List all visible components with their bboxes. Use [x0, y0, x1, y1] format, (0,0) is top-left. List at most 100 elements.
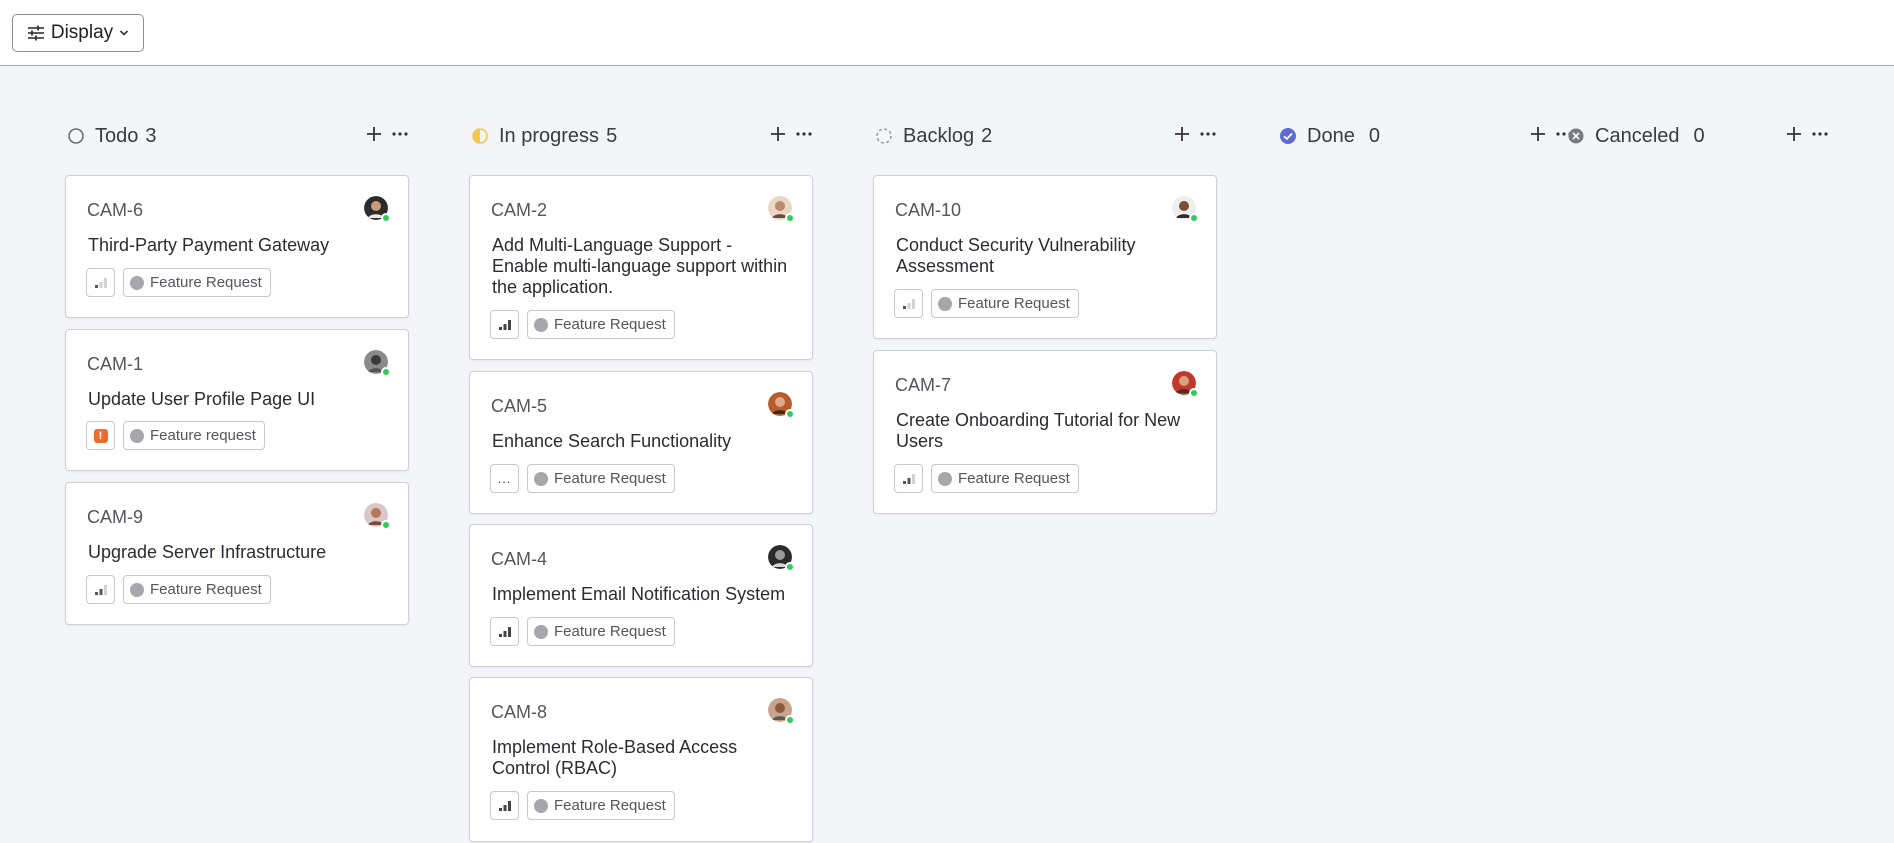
- online-status-dot: [1189, 388, 1199, 398]
- issue-tags: Feature Request: [490, 617, 675, 646]
- half-circle-icon: [472, 128, 488, 144]
- issue-id: CAM-1: [87, 354, 144, 374]
- label-tag[interactable]: Feature Request: [123, 268, 271, 297]
- label-color-dot: [938, 471, 952, 486]
- column-header: Done 0: [1277, 120, 1572, 152]
- signal-low-icon: [902, 298, 915, 309]
- signal-high-icon: [498, 626, 511, 637]
- signal-low-icon: [94, 277, 107, 288]
- priority-button[interactable]: [86, 268, 115, 297]
- issue-card[interactable]: CAM-7 Create Onboarding Tutorial for New…: [873, 350, 1217, 514]
- label-color-dot: [534, 317, 548, 332]
- label-tag[interactable]: Feature Request: [527, 791, 675, 820]
- add-issue-icon[interactable]: [769, 125, 787, 143]
- label-text: Feature Request: [554, 623, 666, 640]
- signal-medium-icon: [94, 584, 107, 595]
- avatar[interactable]: [364, 503, 391, 530]
- label-text: Feature Request: [150, 581, 262, 598]
- online-status-dot: [381, 520, 391, 530]
- issue-title: Enhance Search Functionality: [492, 431, 732, 451]
- issue-id: CAM-7: [895, 375, 952, 395]
- column-done: Done 0: [1277, 120, 1572, 152]
- issue-card[interactable]: CAM-6 Third-Party Payment Gateway Featur…: [65, 175, 409, 318]
- issue-tags: Feature Request: [86, 575, 271, 604]
- issue-card[interactable]: CAM-8 Implement Role-Based Access Contro…: [469, 677, 813, 842]
- add-issue-icon[interactable]: [365, 125, 383, 143]
- issue-card[interactable]: CAM-4 Implement Email Notification Syste…: [469, 524, 813, 667]
- display-button-label: Display: [50, 22, 114, 43]
- label-tag[interactable]: Feature Request: [527, 464, 675, 493]
- priority-button[interactable]: [894, 464, 923, 493]
- x-circle-icon: [1568, 128, 1584, 144]
- priority-button[interactable]: [490, 617, 519, 646]
- no-priority-icon: ...: [497, 471, 512, 486]
- label-tag[interactable]: Feature Request: [123, 575, 271, 604]
- label-tag[interactable]: Feature Request: [931, 289, 1079, 318]
- issue-id: CAM-9: [87, 507, 144, 527]
- more-options-icon[interactable]: [391, 125, 409, 143]
- column-title: Canceled: [1595, 124, 1680, 147]
- avatar[interactable]: [364, 350, 391, 377]
- label-text: Feature Request: [554, 316, 666, 333]
- avatar[interactable]: [1172, 371, 1199, 398]
- label-text: Feature Request: [958, 470, 1070, 487]
- more-options-icon[interactable]: [795, 125, 813, 143]
- more-options-icon[interactable]: [1811, 125, 1829, 143]
- column-header: Canceled 0: [1565, 120, 1829, 152]
- column-title: Todo: [95, 124, 139, 147]
- avatar[interactable]: [768, 545, 795, 572]
- label-color-dot: [534, 798, 548, 813]
- issue-card[interactable]: CAM-1 Update User Profile Page UI ! Feat…: [65, 329, 409, 471]
- label-color-dot: [534, 471, 548, 486]
- column-title: In progress: [499, 124, 600, 147]
- priority-button[interactable]: [490, 310, 519, 339]
- priority-button[interactable]: [490, 791, 519, 820]
- todo-circle-icon: [68, 128, 84, 144]
- column-count: 0: [1368, 124, 1380, 147]
- issue-title: Upgrade Server Infrastructure: [88, 542, 327, 562]
- column-header: Backlog 2: [873, 120, 1217, 152]
- issue-title: Conduct Security Vulnerability Assessmen…: [896, 235, 1136, 276]
- issue-card[interactable]: CAM-5 Enhance Search Functionality ... F…: [469, 371, 813, 514]
- label-color-dot: [130, 582, 144, 597]
- online-status-dot: [785, 715, 795, 725]
- issue-card[interactable]: CAM-10 Conduct Security Vulnerability As…: [873, 175, 1217, 339]
- add-issue-icon[interactable]: [1529, 125, 1547, 143]
- priority-button[interactable]: !: [86, 421, 115, 450]
- label-tag[interactable]: Feature Request: [931, 464, 1079, 493]
- label-tag[interactable]: Feature request: [123, 421, 265, 450]
- issue-title: Create Onboarding Tutorial for New Users: [896, 410, 1181, 451]
- online-status-dot: [785, 213, 795, 223]
- avatar[interactable]: [768, 392, 795, 419]
- avatar[interactable]: [768, 698, 795, 725]
- add-issue-icon[interactable]: [1173, 125, 1191, 143]
- priority-button[interactable]: [894, 289, 923, 318]
- avatar[interactable]: [1172, 196, 1199, 223]
- column-actions: [1785, 120, 1829, 148]
- issue-title: Implement Email Notification System: [492, 584, 786, 604]
- column-header: Todo 3: [65, 120, 409, 152]
- priority-button[interactable]: ...: [490, 464, 519, 493]
- avatar[interactable]: [364, 196, 391, 223]
- add-issue-icon[interactable]: [1785, 125, 1803, 143]
- issue-tags: ! Feature request: [86, 421, 265, 450]
- issue-card[interactable]: CAM-2 Add Multi-Language Support - Enabl…: [469, 175, 813, 360]
- issue-card[interactable]: CAM-9 Upgrade Server Infrastructure Feat…: [65, 482, 409, 625]
- column-todo: Todo 3 CAM-6 Third-Party Payment Gateway…: [65, 120, 409, 625]
- top-toolbar: Display: [0, 0, 1894, 66]
- issue-title: Implement Role-Based Access Control (RBA…: [492, 737, 738, 778]
- display-button[interactable]: Display: [12, 14, 144, 52]
- avatar[interactable]: [768, 196, 795, 223]
- more-options-icon[interactable]: [1199, 125, 1217, 143]
- priority-button[interactable]: [86, 575, 115, 604]
- label-tag[interactable]: Feature Request: [527, 617, 675, 646]
- label-text: Feature Request: [554, 470, 666, 487]
- check-circle-icon: [1280, 128, 1296, 144]
- column-actions: [1173, 120, 1217, 148]
- label-tag[interactable]: Feature Request: [527, 310, 675, 339]
- label-text: Feature Request: [150, 274, 262, 291]
- label-color-dot: [130, 275, 144, 290]
- issue-title: Update User Profile Page UI: [88, 389, 316, 409]
- column-actions: [769, 120, 813, 148]
- issue-tags: Feature Request: [86, 268, 271, 297]
